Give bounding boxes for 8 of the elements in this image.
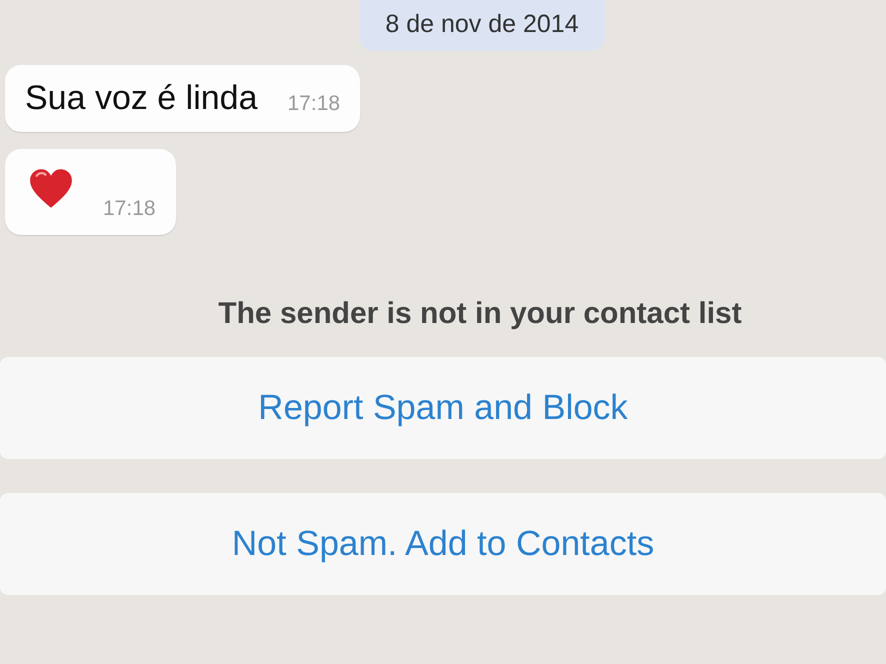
action-button[interactable]: Not Spam. Add to Contacts xyxy=(0,493,886,595)
date-pill: 8 de nov de 2014 xyxy=(359,0,605,51)
heart-icon xyxy=(29,169,73,209)
message-time: 17:18 xyxy=(103,197,156,221)
message-text: Sua voz é linda xyxy=(25,79,258,118)
action-button[interactable]: Report Spam and Block xyxy=(0,357,886,459)
message-time: 17:18 xyxy=(288,92,340,116)
notice-text: The sender is not in your contact list xyxy=(217,297,743,331)
